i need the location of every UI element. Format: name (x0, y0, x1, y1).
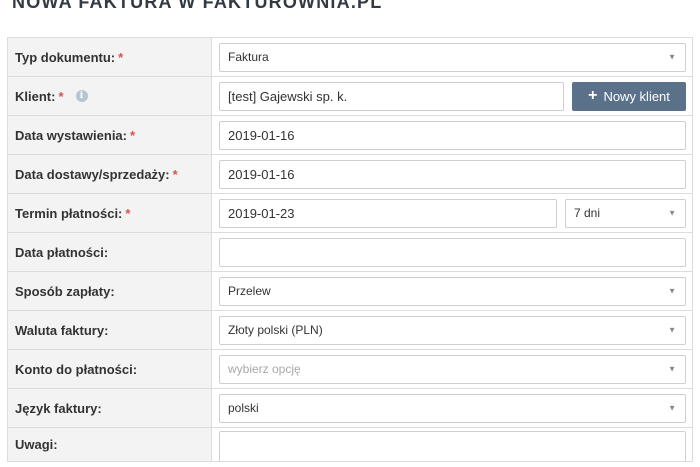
client-input[interactable]: [test] Gajewski sp. k. (219, 81, 564, 111)
required-mark: * (118, 49, 124, 65)
plus-icon: + (588, 87, 598, 104)
caret-down-icon: ▼ (668, 208, 676, 218)
label-currency: Waluta faktury: (7, 311, 212, 349)
label-payment-term: Termin płatności: * (7, 194, 212, 232)
payment-account-select[interactable]: wybierz opcję ▼ (219, 354, 686, 384)
invoice-form: Typ dokumentu: * Faktura ▼ Klient: * i [te… (7, 37, 693, 462)
form-row-payment-term: Termin płatności: * 2019-01-23 7 dni ▼ (7, 194, 693, 233)
required-mark: * (130, 127, 136, 143)
label-document-type: Typ dokumentu: * (7, 38, 212, 76)
currency-select[interactable]: Złoty polski (PLN) ▼ (219, 315, 686, 345)
issue-date-input[interactable]: 2019-01-16 (219, 120, 686, 150)
page-title: Nowa faktura w Fakturownia.pl (12, 0, 383, 12)
form-row-delivery-date: Data dostawy/sprzedaży: * 2019-01-16 (7, 155, 693, 194)
info-icon[interactable]: i (75, 90, 88, 102)
label-delivery-date: Data dostawy/sprzedaży: * (7, 155, 212, 193)
form-row-notes: Uwagi: (7, 428, 693, 462)
payment-date-input[interactable] (219, 237, 686, 267)
required-mark: * (125, 205, 131, 221)
payment-term-days-select[interactable]: 7 dni ▼ (565, 198, 686, 228)
language-select[interactable]: polski ▼ (219, 393, 686, 423)
delivery-date-input[interactable]: 2019-01-16 (219, 159, 686, 189)
label-payment-date: Data płatności: (7, 233, 212, 271)
notes-textarea[interactable] (219, 431, 686, 461)
form-row-currency: Waluta faktury: Złoty polski (PLN) ▼ (7, 311, 693, 350)
payment-method-select[interactable]: Przelew ▼ (219, 276, 686, 306)
required-mark: * (172, 166, 178, 182)
document-type-select[interactable]: Faktura ▼ (219, 42, 686, 72)
form-row-client: Klient: * i [test] Gajewski sp. k. + Nowy… (7, 77, 693, 116)
caret-down-icon: ▼ (668, 325, 676, 335)
form-row-payment-date: Data płatności: (7, 233, 693, 272)
form-row-document-type: Typ dokumentu: * Faktura ▼ (7, 38, 693, 77)
required-mark: * (58, 88, 64, 104)
label-payment-method: Sposób zapłaty: (7, 272, 212, 310)
label-issue-date: Data wystawienia: * (7, 116, 212, 154)
caret-down-icon: ▼ (668, 364, 676, 374)
new-client-button[interactable]: + Nowy klient (572, 81, 686, 111)
form-row-payment-method: Sposób zapłaty: Przelew ▼ (7, 272, 693, 311)
caret-down-icon: ▼ (668, 403, 676, 413)
label-client: Klient: * i (7, 77, 212, 115)
caret-down-icon: ▼ (668, 286, 676, 296)
caret-down-icon: ▼ (668, 52, 676, 62)
form-row-payment-account: Konto do płatności: wybierz opcję ▼ (7, 350, 693, 389)
label-language: Język faktury: (7, 389, 212, 427)
form-row-issue-date: Data wystawienia: * 2019-01-16 (7, 116, 693, 155)
payment-term-date-input[interactable]: 2019-01-23 (219, 198, 557, 228)
label-notes: Uwagi: (7, 428, 212, 461)
form-row-language: Język faktury: polski ▼ (7, 389, 693, 428)
label-payment-account: Konto do płatności: (7, 350, 212, 388)
